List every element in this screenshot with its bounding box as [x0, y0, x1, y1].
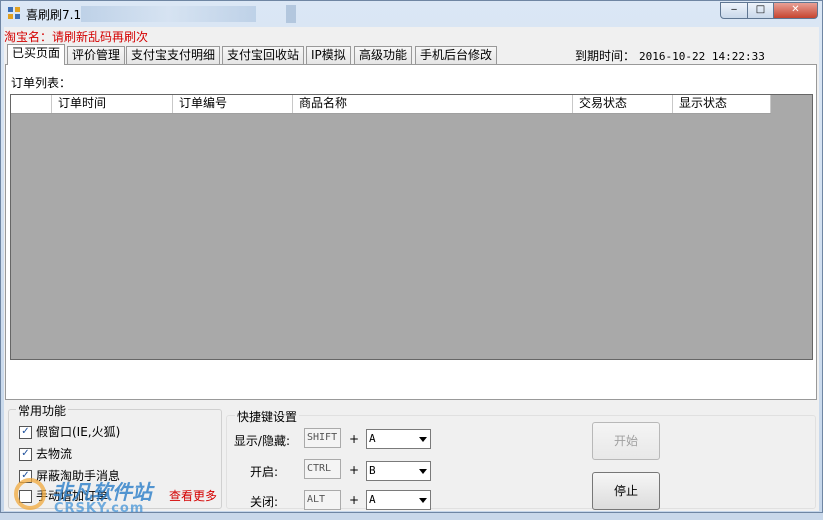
- start-button[interactable]: 开始: [592, 422, 660, 460]
- grid-header: 订单时间 订单编号 商品名称 交易状态 显示状态: [11, 95, 771, 114]
- title-bar[interactable]: 喜刷刷7.1 ‒ □ ✕: [1, 1, 822, 27]
- checkbox-label: 去物流: [36, 447, 73, 461]
- hotkey-modifier-stop: ALT: [304, 490, 341, 510]
- chevron-down-icon: [419, 437, 427, 442]
- maximize-button[interactable]: □: [747, 2, 774, 19]
- hotkey-label-toggle: 显示/隐藏:: [233, 434, 290, 448]
- checkbox-checked-icon: ✓: [19, 448, 32, 461]
- select-value: A: [369, 493, 376, 506]
- hotkey-modifier-start: CTRL: [304, 459, 341, 479]
- hotkey-key-select-start[interactable]: B: [366, 461, 431, 481]
- shop-name-label: 淘宝名：请刷新乱码再刷次: [4, 30, 149, 44]
- checkbox-fake-window[interactable]: ✓ 假窗口(IE,火狐): [19, 424, 120, 440]
- grid-column-header[interactable]: 显示状态: [673, 95, 771, 113]
- tab-panel: 订单列表： 订单时间 订单编号 商品名称 交易状态 显示状态: [5, 64, 817, 400]
- select-value: A: [369, 432, 376, 445]
- select-value: B: [369, 464, 376, 477]
- tab-mobile-backend[interactable]: 手机后台修改: [415, 46, 498, 64]
- hotkey-modifier-toggle: SHIFT: [304, 428, 341, 448]
- view-more-link[interactable]: 查看更多: [169, 487, 217, 504]
- chevron-down-icon: [419, 469, 427, 474]
- grid-column-header[interactable]: [11, 95, 52, 113]
- grid-column-header[interactable]: 订单时间: [52, 95, 173, 113]
- hotkey-settings-title: 快捷键设置: [235, 408, 300, 425]
- grid-column-header[interactable]: 交易状态: [573, 95, 673, 113]
- tab-alipay-details[interactable]: 支付宝支付明细: [126, 46, 221, 64]
- client-area: 淘宝名：请刷新乱码再刷次 已买页面 评价管理 支付宝支付明细 支付宝回收站 IP…: [4, 27, 819, 516]
- common-functions-title: 常用功能: [16, 402, 69, 419]
- app-window: 喜刷刷7.1 ‒ □ ✕ 淘宝名：请刷新乱码再刷次 已买页面 评价管理 支付宝支…: [0, 0, 823, 516]
- grid-column-header[interactable]: 订单编号: [173, 95, 293, 113]
- checkbox-remove-logistics[interactable]: ✓ 去物流: [19, 446, 72, 462]
- bottom-panel: 常用功能 ✓ 假窗口(IE,火狐) ✓ 去物流 ✓ 屏蔽淘助手消息 手动增加订单 非凡…: [4, 401, 819, 516]
- expire-value: 2016-10-22 14:22:33: [639, 50, 765, 63]
- order-grid[interactable]: 订单时间 订单编号 商品名称 交易状态 显示状态: [10, 94, 813, 360]
- hotkey-label-start: 开启:: [249, 465, 278, 479]
- chevron-down-icon: [419, 498, 427, 503]
- expire-info: 到期时间： 2016-10-22 14:22:33: [575, 47, 765, 64]
- plus-sign: +: [349, 493, 360, 507]
- title-redacted-area: [286, 5, 296, 23]
- tab-alipay-recycle[interactable]: 支付宝回收站: [222, 46, 305, 64]
- watermark-circle-icon: [14, 478, 46, 510]
- tab-review-management[interactable]: 评价管理: [67, 46, 126, 64]
- order-list-label: 订单列表：: [11, 76, 72, 90]
- app-icon: [8, 7, 20, 19]
- grid-column-header[interactable]: 商品名称: [293, 95, 573, 113]
- checkbox-checked-icon: ✓: [19, 426, 32, 439]
- plus-sign: +: [349, 463, 360, 477]
- checkbox-label: 假窗口(IE,火狐): [36, 425, 121, 439]
- plus-sign: +: [349, 432, 360, 446]
- close-button[interactable]: ✕: [773, 2, 818, 19]
- expire-label: 到期时间：: [575, 49, 636, 63]
- window-title: 喜刷刷7.1: [26, 8, 82, 22]
- title-redacted-area: [81, 6, 256, 22]
- minimize-button[interactable]: ‒: [720, 2, 748, 19]
- common-functions-group: 常用功能 ✓ 假窗口(IE,火狐) ✓ 去物流 ✓ 屏蔽淘助手消息 手动增加订单 非凡…: [8, 402, 222, 516]
- tab-bought-page[interactable]: 已买页面: [7, 44, 66, 65]
- stop-button[interactable]: 停止: [592, 472, 660, 510]
- watermark-subtext: CRSKY.com: [54, 501, 145, 516]
- hotkey-key-select-stop[interactable]: A: [366, 490, 431, 510]
- tab-ip-simulation[interactable]: IP模拟: [306, 46, 351, 64]
- hotkey-label-stop: 关闭:: [249, 495, 278, 509]
- watermark-logo: 非凡软件站 CRSKY.com: [14, 476, 164, 520]
- hotkey-key-select-toggle[interactable]: A: [366, 429, 431, 449]
- tab-advanced[interactable]: 高级功能: [354, 46, 413, 64]
